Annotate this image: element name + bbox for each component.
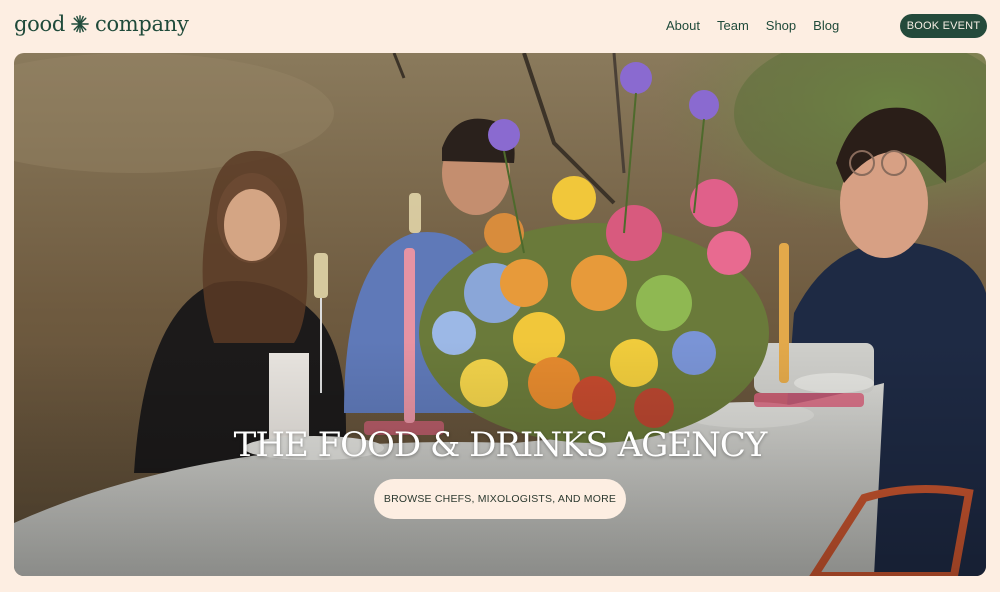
logo-text-good: good	[14, 12, 65, 36]
starburst-icon	[71, 15, 89, 33]
page: good company About Team Shop Blog BOOK E…	[0, 0, 1000, 592]
hero-section: THE FOOD & DRINKS AGENCY BROWSE CHEFS, M…	[14, 53, 986, 576]
main-nav: About Team Shop Blog	[666, 18, 839, 33]
browse-chefs-button[interactable]: BROWSE CHEFS, MIXOLOGISTS, AND MORE	[374, 479, 626, 519]
nav-blog[interactable]: Blog	[813, 18, 839, 33]
nav-about[interactable]: About	[666, 18, 700, 33]
nav-shop[interactable]: Shop	[766, 18, 796, 33]
hero-title: THE FOOD & DRINKS AGENCY	[233, 425, 768, 465]
book-event-button[interactable]: BOOK EVENT	[900, 14, 987, 38]
site-header: good company About Team Shop Blog BOOK E…	[0, 0, 1000, 52]
logo[interactable]: good company	[14, 12, 189, 36]
nav-team[interactable]: Team	[717, 18, 749, 33]
logo-text-company: company	[94, 12, 189, 36]
